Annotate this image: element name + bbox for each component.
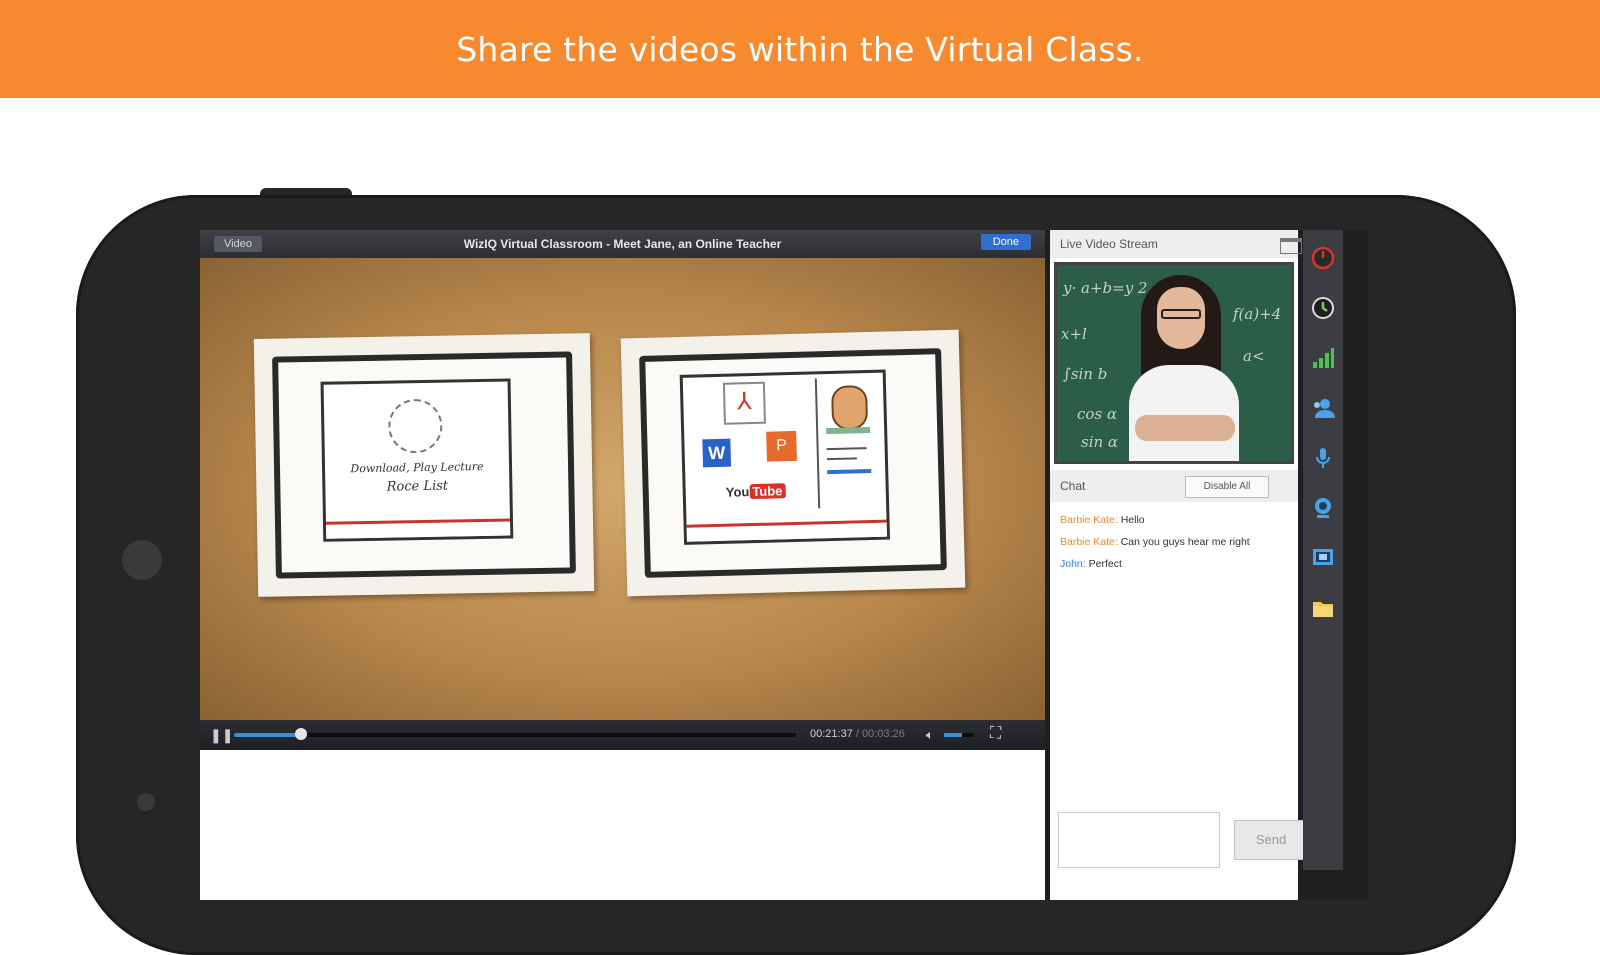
video-lower-area xyxy=(200,750,1045,900)
total-time: / 00:03:26 xyxy=(852,728,905,740)
sketch-player-bar xyxy=(325,518,511,539)
loading-spinner-icon xyxy=(387,398,443,454)
chat-input[interactable] xyxy=(1058,812,1220,868)
sketch-card-right: ⅄ W P You Tube xyxy=(620,329,966,597)
live-stream-video: y· a+b=y 2 x+l ∫sin b cos α sin α f(a)+4… xyxy=(1054,262,1294,464)
volume-icon[interactable]: 🔈︎ xyxy=(926,727,934,743)
word-icon: W xyxy=(702,438,732,468)
chat-title: Chat xyxy=(1060,479,1086,493)
right-panel: Live Video Stream y· a+b=y 2 x+l ∫sin b … xyxy=(1050,230,1308,900)
sketch-player-bar xyxy=(686,519,887,542)
glasses-icon xyxy=(1161,309,1201,319)
folder-icon[interactable] xyxy=(1309,594,1337,622)
video-title: WizIQ Virtual Classroom - Meet Jane, an … xyxy=(463,237,782,251)
sketch-card-left: Download, Play Lecture Roce List xyxy=(253,333,595,597)
banner-text: Share the videos within the Virtual Clas… xyxy=(456,29,1144,69)
chat-message: John: Perfect xyxy=(1060,558,1122,570)
chat-message: Barbie Kate: Can you guys hear me right xyxy=(1060,536,1250,548)
volume-fill xyxy=(944,733,962,737)
pdf-icon: ⅄ xyxy=(722,381,766,425)
video-controls: ❚❚ 00:21:37 / 00:03:26 🔈︎ ⛶ xyxy=(200,720,1045,750)
chat-header: Chat Disable All xyxy=(1050,470,1298,502)
signal-icon[interactable] xyxy=(1309,344,1337,372)
send-button[interactable]: Send xyxy=(1234,820,1308,860)
progress-knob[interactable] xyxy=(295,728,308,740)
top-banner: Share the videos within the Virtual Clas… xyxy=(0,0,1600,98)
pause-icon[interactable]: ❚❚ xyxy=(210,727,233,744)
chat-messages: Barbie Kate: Hello Barbie Kate: Can you … xyxy=(1060,514,1295,580)
fullscreen-icon[interactable]: ⛶ xyxy=(990,725,1001,743)
video-player[interactable]: Download, Play Lecture Roce List ⅄ W P Y… xyxy=(200,258,1045,720)
screen-share-icon[interactable] xyxy=(1309,544,1337,572)
microphone-icon[interactable] xyxy=(1309,444,1337,472)
video-header: Video WizIQ Virtual Classroom - Meet Jan… xyxy=(200,230,1045,258)
card-left-line2: Roce List xyxy=(386,478,449,495)
power-icon[interactable] xyxy=(1309,244,1337,272)
progress-bar[interactable] xyxy=(234,728,796,740)
time-display: 00:21:37 / 00:03:26 xyxy=(810,728,905,740)
card-left-line1: Download, Play Lecture xyxy=(350,459,484,476)
phone-screen: Video WizIQ Virtual Classroom - Meet Jan… xyxy=(200,230,1368,900)
volume-slider[interactable] xyxy=(944,733,974,737)
phone-sensor xyxy=(137,793,155,811)
disable-all-button[interactable]: Disable All xyxy=(1185,476,1269,498)
done-button[interactable]: Done xyxy=(980,234,1031,250)
side-toolbar xyxy=(1303,230,1343,870)
chat-popout-icon[interactable] xyxy=(1280,238,1302,254)
webcam-icon[interactable] xyxy=(1309,494,1337,522)
live-stream-header: Live Video Stream xyxy=(1050,230,1298,258)
profile-card-icon xyxy=(814,376,883,509)
progress-fill xyxy=(234,733,302,737)
users-icon[interactable] xyxy=(1309,394,1337,422)
video-panel: Video WizIQ Virtual Classroom - Meet Jan… xyxy=(200,230,1045,900)
video-tab[interactable]: Video xyxy=(214,236,262,252)
elapsed-time: 00:21:37 xyxy=(810,728,853,740)
clock-icon[interactable] xyxy=(1309,294,1337,322)
powerpoint-icon: P xyxy=(766,430,797,462)
chat-message: Barbie Kate: Hello xyxy=(1060,514,1145,526)
phone-camera xyxy=(122,540,162,580)
youtube-icon: You Tube xyxy=(726,483,786,500)
